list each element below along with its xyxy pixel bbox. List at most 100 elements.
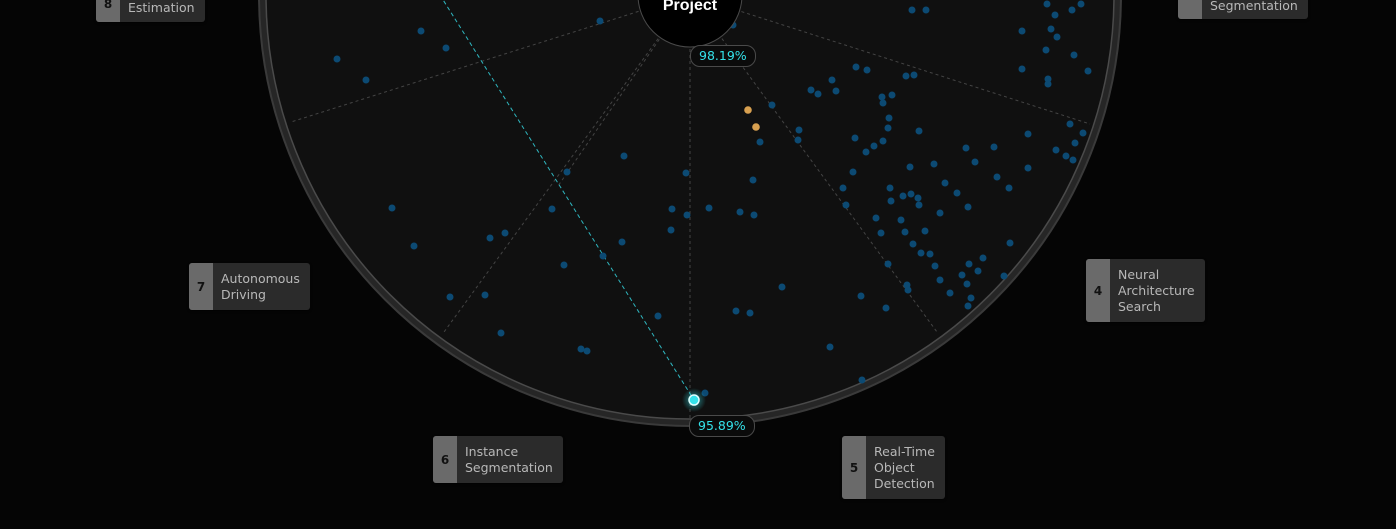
data-point [1024,164,1032,172]
data-point [446,293,454,301]
data-point [884,260,892,268]
data-point [878,93,886,101]
data-point [974,267,982,275]
data-point [388,204,396,212]
data-point [1042,46,1050,54]
label-number [1178,0,1202,19]
data-point [962,144,970,152]
data-point [946,289,954,297]
data-point [333,55,341,63]
data-point [410,242,418,250]
indicator-marker[interactable] [688,394,700,406]
data-point [486,234,494,242]
data-point [807,86,815,94]
data-point [481,291,489,299]
data-point [888,91,896,99]
data-point [963,280,971,288]
data-point [705,204,713,212]
data-point [749,176,757,184]
data-point [1047,25,1055,33]
label-text: Neural Architecture Search [1118,266,1195,314]
top-percent-badge: 98.19% [690,45,756,67]
bottom-percent-badge: 95.89% [689,415,755,437]
data-point [560,261,568,269]
data-point [922,6,930,14]
data-point [668,205,676,213]
data-point [795,126,803,134]
data-point [906,163,914,171]
data-point [732,307,740,315]
label-card-instance-segmentation[interactable]: 6 Instance Segmentation [433,436,563,483]
label-number: 4 [1086,259,1110,322]
label-text: Instance Segmentation [465,443,553,475]
data-point [851,134,859,142]
data-point [1024,130,1032,138]
label-card-autonomous-driving[interactable]: 7 Autonomous Driving [189,263,310,310]
data-point [501,229,509,237]
data-point [654,312,662,320]
data-point [884,124,892,132]
data-point [930,160,938,168]
data-point [583,347,591,355]
data-point [599,252,607,260]
data-point [1062,152,1070,160]
label-text: Autonomous Driving [221,270,300,302]
data-point [1084,67,1092,75]
data-point [901,228,909,236]
data-point [1071,139,1079,147]
data-point [1018,27,1026,35]
data-point [885,114,893,122]
data-point [839,184,847,192]
data-point [778,283,786,291]
data-point [442,44,450,52]
data-point [1069,156,1077,164]
data-point [909,240,917,248]
data-point [870,142,878,150]
data-point [926,250,934,258]
label-card-real-time-object-detection[interactable]: 5 Real-Time Object Detection [842,436,945,499]
data-point [842,201,850,209]
data-point [1000,272,1008,280]
data-point [618,238,626,246]
data-point [756,138,764,146]
data-point [886,184,894,192]
data-point [577,345,585,353]
data-point [1053,33,1061,41]
data-point [914,194,922,202]
data-point [667,226,675,234]
data-point [897,216,905,224]
data-point [768,101,776,109]
data-point [887,197,895,205]
data-point [902,72,910,80]
data-point [967,294,975,302]
data-point [1043,0,1051,8]
data-point [832,87,840,95]
data-point [794,136,802,144]
data-point [862,148,870,156]
data-point [917,249,925,257]
data-point [1077,0,1085,8]
data-point [899,192,907,200]
data-point [1066,120,1074,128]
label-card-estimation[interactable]: 8 Estimation [96,0,205,22]
data-point [682,169,690,177]
data-point [915,201,923,209]
data-point [879,99,887,107]
data-point [750,211,758,219]
label-text: Segmentation [1210,0,1298,13]
label-number: 5 [842,436,866,499]
label-card-neural-architecture-search[interactable]: 4 Neural Architecture Search [1086,259,1205,322]
data-point [596,17,604,25]
data-point [849,168,857,176]
data-point-highlight [744,106,752,114]
center-title: Project [663,0,718,14]
label-number: 7 [189,263,213,310]
data-point [1005,184,1013,192]
data-point [907,190,915,198]
data-point [964,203,972,211]
data-point-highlight [752,123,760,131]
label-card-segmentation[interactable]: Segmentation [1178,0,1308,19]
label-number: 6 [433,436,457,483]
data-point [863,66,871,74]
data-point [1070,51,1078,59]
